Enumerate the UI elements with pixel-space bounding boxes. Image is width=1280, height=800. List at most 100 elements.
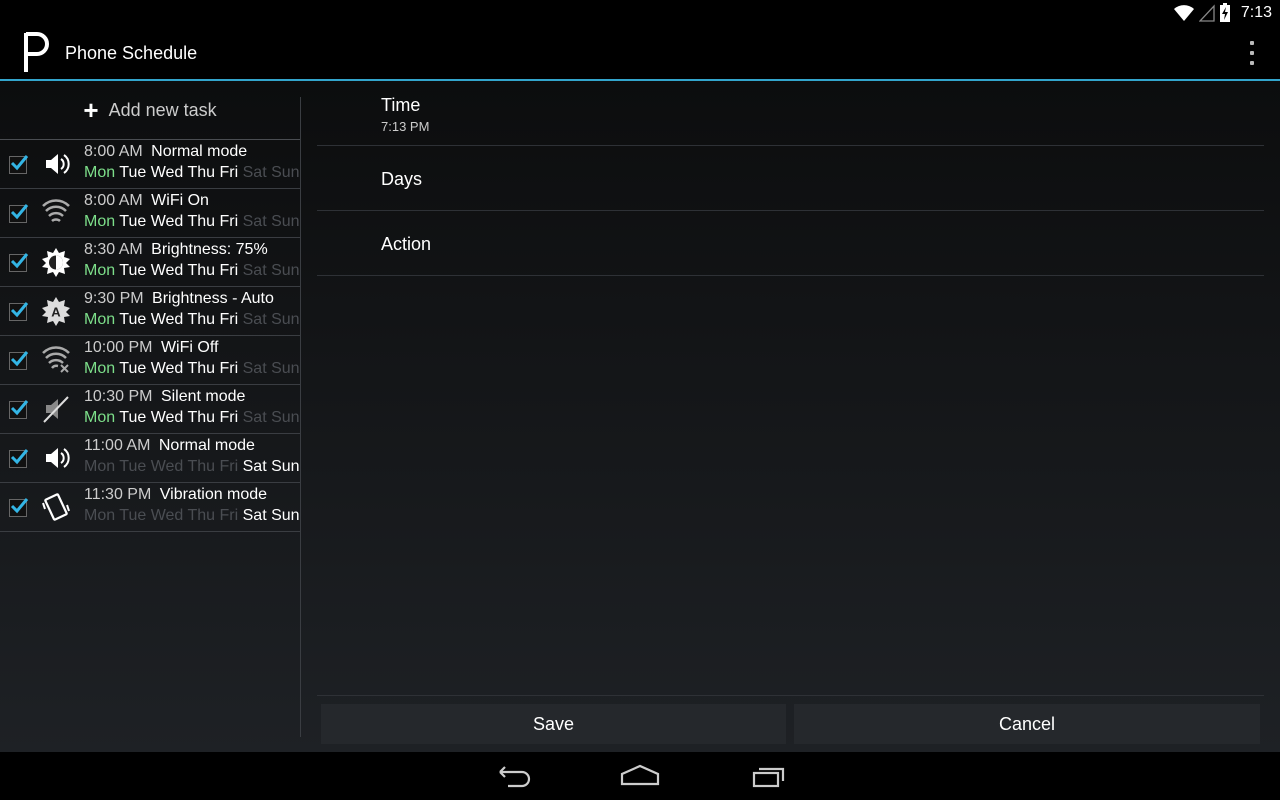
day-fri: Fri [219, 164, 239, 181]
signal-icon [1198, 4, 1215, 22]
day-thu: Thu [187, 360, 216, 377]
day-sun: Sun [271, 213, 300, 230]
time-value: 7:13 PM [381, 119, 430, 134]
day-mon: Mon [84, 409, 116, 426]
action-field[interactable]: Action [317, 211, 1264, 276]
day-fri: Fri [219, 213, 239, 230]
navigation-bar [0, 752, 1280, 800]
task-enabled-checkbox[interactable] [9, 498, 29, 517]
task-days: Mon Tue Wed Thu Fri Sat Sun [84, 458, 300, 476]
home-icon[interactable] [616, 760, 664, 792]
task-name: Silent mode [160, 388, 246, 405]
task-row[interactable]: 8:00 AM WiFi On Mon Tue Wed Thu Fri Sat S… [0, 189, 300, 238]
main-content: + Add new task 8:00 AM Normal mode Mon Tu… [0, 81, 1280, 752]
day-thu: Thu [187, 213, 216, 230]
day-mon: Mon [84, 311, 116, 328]
brightness-auto-icon: A [42, 297, 70, 326]
task-title: 9:30 PM Brightness - Auto [84, 290, 274, 308]
action-bar: Phone Schedule [0, 25, 1280, 81]
task-row[interactable]: 8:00 AM Normal mode Mon Tue Wed Thu Fri S… [0, 140, 300, 189]
task-title: 10:00 PM WiFi Off [84, 339, 218, 357]
overflow-menu-icon[interactable] [1246, 41, 1258, 65]
volume-icon [46, 448, 70, 468]
day-mon: Mon [84, 213, 116, 230]
task-enabled-checkbox[interactable] [9, 253, 29, 272]
task-row[interactable]: 11:30 PM Vibration mode Mon Tue Wed Thu F… [0, 483, 300, 532]
add-task-label: Add new task [108, 99, 217, 120]
day-wed: Wed [150, 213, 184, 230]
task-time: 8:00 AM [84, 192, 143, 209]
days-label: Days [381, 169, 423, 189]
task-time: 9:30 PM [84, 290, 144, 307]
task-name: Brightness - Auto [152, 290, 274, 307]
button-bar-divider [317, 695, 1264, 696]
day-fri: Fri [219, 311, 239, 328]
task-title: 8:00 AM WiFi On [84, 192, 209, 210]
day-mon: Mon [84, 262, 116, 279]
task-time: 10:30 PM [84, 388, 153, 405]
task-enabled-checkbox[interactable] [9, 155, 29, 174]
day-thu: Thu [187, 311, 216, 328]
task-days: Mon Tue Wed Thu Fri Sat Sun [84, 311, 300, 329]
day-fri: Fri [219, 360, 239, 377]
silent-icon [43, 396, 69, 423]
day-sat: Sat [242, 458, 267, 475]
day-tue: Tue [119, 458, 147, 475]
task-title: 10:30 PM Silent mode [84, 388, 245, 406]
back-icon[interactable] [488, 760, 536, 792]
task-enabled-checkbox[interactable] [9, 351, 29, 370]
task-list-pane: + Add new task 8:00 AM Normal mode Mon Tu… [0, 81, 300, 752]
day-sat: Sat [242, 262, 267, 279]
task-title: 8:00 AM Normal mode [84, 143, 247, 161]
day-sat: Sat [242, 164, 267, 181]
day-wed: Wed [150, 409, 184, 426]
day-fri: Fri [219, 262, 239, 279]
task-time: 11:00 AM [84, 437, 151, 454]
day-thu: Thu [187, 507, 216, 524]
days-field[interactable]: Days [317, 146, 1264, 211]
task-row[interactable]: 11:00 AM Normal mode Mon Tue Wed Thu Fri … [0, 434, 300, 483]
day-tue: Tue [119, 213, 147, 230]
day-thu: Thu [187, 458, 216, 475]
save-button[interactable]: Save [321, 704, 786, 744]
day-wed: Wed [150, 164, 184, 181]
day-sat: Sat [242, 213, 267, 230]
checkmark-icon [10, 302, 29, 318]
day-fri: Fri [219, 409, 239, 426]
task-name: WiFi Off [160, 339, 219, 356]
task-enabled-checkbox[interactable] [9, 204, 29, 223]
status-clock: 7:13 [1240, 4, 1272, 21]
checkmark-icon [10, 253, 29, 269]
task-row[interactable]: 10:30 PM Silent mode Mon Tue Wed Thu Fri … [0, 385, 300, 434]
volume-icon [46, 154, 70, 174]
task-row[interactable]: A 9:30 PM Brightness - Auto Mon Tue Wed Th… [0, 287, 300, 336]
app-logo-icon[interactable] [22, 31, 52, 73]
cancel-button[interactable]: Cancel [794, 704, 1260, 744]
time-field[interactable]: Time 7:13 PM [317, 81, 1264, 146]
task-enabled-checkbox[interactable] [9, 302, 29, 321]
task-enabled-checkbox[interactable] [9, 400, 29, 419]
day-tue: Tue [119, 262, 147, 279]
day-tue: Tue [119, 311, 147, 328]
task-row[interactable]: 8:30 AM Brightness: 75% Mon Tue Wed Thu F… [0, 238, 300, 287]
day-sun: Sun [271, 262, 300, 279]
day-mon: Mon [84, 164, 116, 181]
task-enabled-checkbox[interactable] [9, 449, 29, 468]
task-list: 8:00 AM Normal mode Mon Tue Wed Thu Fri S… [0, 140, 300, 532]
day-wed: Wed [150, 360, 184, 377]
task-name: WiFi On [151, 192, 209, 209]
battery-charging-icon [1219, 3, 1230, 22]
day-sun: Sun [271, 360, 300, 377]
add-task-button[interactable]: + Add new task [0, 81, 300, 140]
svg-text:A: A [51, 305, 61, 320]
checkmark-icon [10, 351, 29, 367]
recent-apps-icon[interactable] [744, 760, 792, 792]
task-name: Vibration mode [159, 486, 268, 503]
plus-icon: + [83, 95, 99, 125]
task-row[interactable]: 10:00 PM WiFi Off Mon Tue Wed Thu Fri Sat… [0, 336, 300, 385]
task-days: Mon Tue Wed Thu Fri Sat Sun [84, 262, 300, 280]
day-sat: Sat [242, 311, 267, 328]
task-title: 11:00 AM Normal mode [84, 437, 255, 455]
day-mon: Mon [84, 360, 116, 377]
task-days: Mon Tue Wed Thu Fri Sat Sun [84, 164, 300, 182]
